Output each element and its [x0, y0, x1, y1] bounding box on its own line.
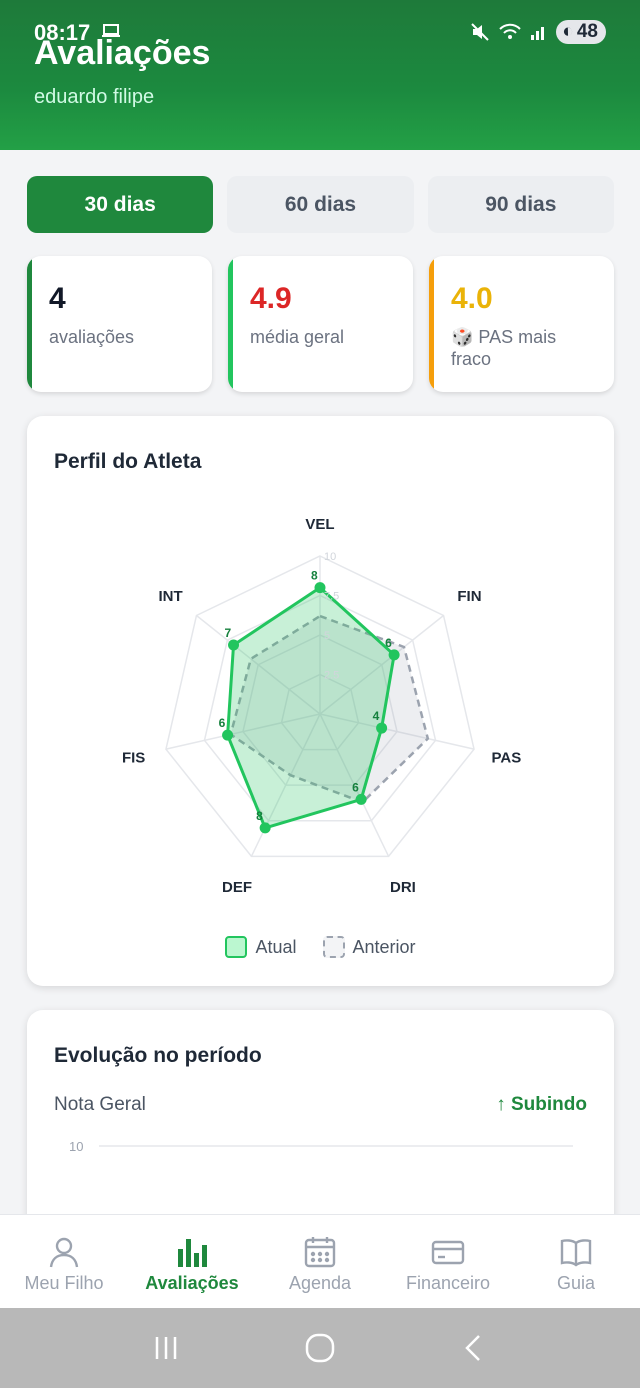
period-tabs: 30 dias 60 dias 90 dias — [27, 176, 614, 233]
radar-value-label: 8 — [311, 569, 318, 583]
battery-level: 48 — [576, 21, 598, 42]
legend-previous[interactable]: Anterior — [322, 936, 416, 958]
legend-label: Anterior — [352, 936, 416, 957]
stat-value: 4.9 — [250, 282, 292, 315]
athlete-profile-card: Perfil do Atleta 2.5 5 7.5 10 8 6 4 6 8 6 7 VEL FIN P… — [27, 416, 614, 986]
radar-axis-label: FIN — [457, 588, 481, 605]
legend-swatch-previous — [322, 936, 345, 958]
nav-label: Financeiro — [405, 1273, 491, 1293]
nav-label: Avaliações — [145, 1273, 239, 1293]
stat-value: 4 — [49, 282, 66, 315]
radar-axis-label: FIS — [122, 750, 145, 767]
radar-point-current — [355, 793, 367, 805]
stats-row: 4 avaliações 4.9 média geral 4.0 🎲 PAS m… — [27, 256, 614, 392]
user-icon — [49, 1237, 79, 1268]
radar-point-current — [222, 729, 234, 741]
system-navigation-bar — [0, 1308, 640, 1388]
radar-axis-label: VEL — [305, 516, 334, 533]
radar-value-label: 6 — [352, 780, 359, 794]
radar-tick-label: 10 — [324, 551, 336, 563]
radar-point-current — [388, 649, 400, 661]
app-header: 08:17 ◐ 48 Avaliações eduardo filipe — [0, 0, 640, 150]
nav-item-avaliacoes[interactable]: Avaliações — [128, 1215, 256, 1308]
radar-tick-label: 2.5 — [324, 670, 339, 682]
tab-60-days[interactable]: 60 dias — [227, 176, 414, 233]
radar-tick-label: 7.5 — [324, 591, 339, 603]
radar-point-current — [376, 722, 388, 734]
radar-axis-label: DEF — [222, 879, 252, 896]
radar-value-label: 8 — [256, 809, 263, 823]
nav-item-financeiro[interactable]: Financeiro — [384, 1215, 512, 1308]
wifi-icon — [499, 23, 522, 39]
credit-card-icon — [431, 1240, 465, 1265]
radar-point-current — [228, 639, 240, 651]
radar-axis-label: DRI — [390, 879, 416, 896]
signal-icon — [531, 27, 545, 40]
stat-label: 🎲 PAS mais fraco — [451, 327, 557, 369]
calendar-icon — [304, 1237, 336, 1268]
stat-average: 4.9 média geral — [228, 256, 413, 392]
radar-value-label: 7 — [225, 626, 232, 640]
bar-chart-icon — [178, 1239, 207, 1267]
nav-item-meu-filho[interactable]: Meu Filho — [0, 1215, 128, 1308]
radar-value-label: 6 — [219, 716, 226, 730]
nav-item-agenda[interactable]: Agenda — [256, 1215, 384, 1308]
tab-30-days[interactable]: 30 dias — [27, 176, 214, 233]
stat-evaluations: 4 avaliações — [27, 256, 212, 392]
radar-tick-label: 5 — [324, 630, 330, 642]
tab-90-days[interactable]: 90 dias — [427, 176, 614, 233]
radar-axis-label: PAS — [492, 750, 522, 767]
nav-label: Agenda — [288, 1273, 352, 1293]
page-title: Avaliações — [34, 34, 211, 72]
evolution-metric: Nota Geral — [54, 1094, 146, 1115]
stat-label: avaliações — [49, 327, 135, 347]
battery-icon: ◐ — [562, 21, 574, 42]
nav-label: Guia — [556, 1273, 596, 1293]
radar-value-label: 4 — [373, 709, 380, 723]
stat-weakest: 4.0 🎲 PAS mais fraco — [429, 256, 614, 392]
home-icon[interactable] — [304, 1332, 336, 1364]
nav-label: Meu Filho — [24, 1273, 104, 1293]
athlete-name: eduardo filipe — [34, 86, 155, 108]
stat-label: média geral — [250, 327, 345, 347]
back-icon[interactable] — [459, 1333, 489, 1363]
radar-point-current — [259, 822, 271, 834]
legend-swatch-current — [225, 936, 248, 958]
status-icons: ◐ 48 — [470, 20, 606, 44]
book-icon — [560, 1239, 592, 1267]
radar-legend: Atual Anterior — [27, 936, 614, 958]
evolution-tick-label: 10 — [69, 1139, 83, 1154]
stat-value: 4.0 — [451, 282, 493, 315]
legend-current[interactable]: Atual — [225, 936, 297, 958]
radar-value-label: 6 — [385, 636, 392, 650]
legend-label: Atual — [255, 936, 297, 957]
card-title: Evolução no período — [54, 1044, 262, 1067]
radar-point-current — [314, 582, 326, 594]
battery-indicator: ◐ 48 — [556, 20, 606, 44]
nav-item-guia[interactable]: Guia — [512, 1215, 640, 1308]
radar-axis-label: INT — [158, 588, 182, 605]
bottom-navigation: Meu Filho Avaliações Agenda Financeiro G… — [0, 1214, 640, 1308]
card-title: Perfil do Atleta — [54, 450, 202, 473]
mute-icon — [471, 23, 490, 41]
trend-badge: ↑ Subindo — [496, 1094, 587, 1115]
recent-apps-icon[interactable] — [151, 1333, 181, 1363]
radar-chart: 2.5 5 7.5 10 8 6 4 6 8 6 7 VEL FIN PAS DRI DEF FIS INT — [122, 516, 522, 896]
